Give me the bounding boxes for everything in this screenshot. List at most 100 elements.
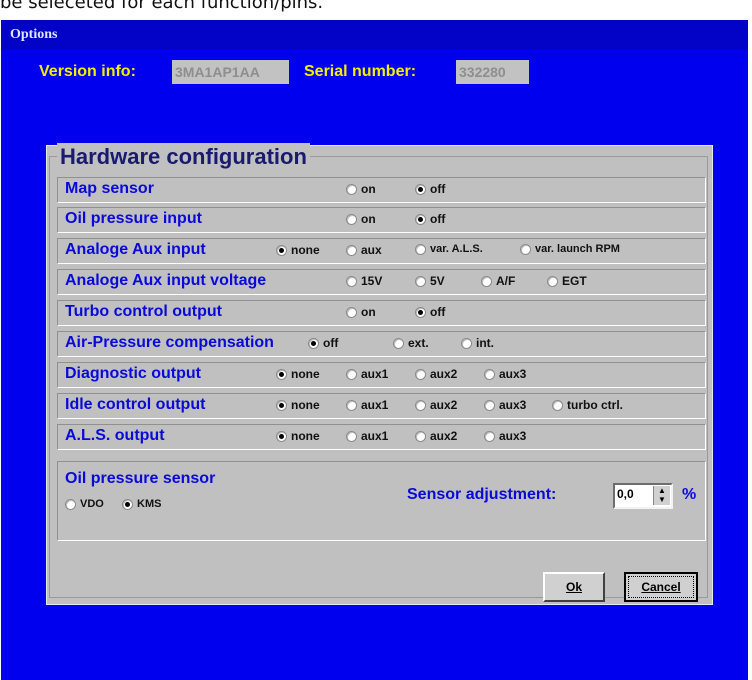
radio-icon: [484, 368, 495, 380]
row-analoge-aux-input: Analoge Aux input none aux var. A.L.S. v…: [57, 238, 706, 264]
row-idle-control-output: Idle control output none aux1 aux2 aux3 …: [57, 393, 706, 419]
radio-icon: [346, 368, 357, 380]
radio-icon: [415, 430, 426, 442]
diagnostic-aux1-radio[interactable]: aux1: [346, 367, 388, 381]
sensor-adjustment-value: 0,0: [617, 487, 634, 501]
row-air-pressure-compensation: Air-Pressure compensation off ext. int.: [57, 331, 706, 357]
radio-icon: [346, 306, 357, 318]
analoge-aux-input-voltage-label: Analoge Aux input voltage: [65, 272, 267, 289]
map-sensor-off-radio[interactable]: off: [415, 182, 445, 196]
oil-pressure-sensor-label: Oil pressure sensor: [65, 470, 216, 487]
serial-number-field: 332280: [456, 60, 529, 84]
radio-selected-icon: [308, 337, 319, 349]
radio-icon: [484, 399, 495, 411]
turbo-control-off-radio[interactable]: off: [415, 305, 445, 319]
diagnostic-none-radio[interactable]: none: [276, 367, 320, 381]
radio-selected-icon: [415, 306, 426, 318]
analoge-aux-input-label: Analoge Aux input: [65, 241, 206, 258]
serial-number-label: Serial number:: [304, 63, 417, 80]
als-output-aux3-radio[interactable]: aux3: [484, 429, 526, 443]
background-caption: be seleceted for each function/pins.: [0, 0, 324, 13]
voltage-af-radio[interactable]: A/F: [481, 274, 515, 288]
radio-icon: [346, 399, 357, 411]
row-diagnostic-output: Diagnostic output none aux1 aux2 aux3: [57, 362, 706, 388]
sensor-adjustment-spinner[interactable]: 0,0 ▲ ▼: [613, 483, 673, 509]
version-info-field: 3MA1AP1AA: [172, 60, 289, 84]
turbo-control-on-radio[interactable]: on: [346, 305, 376, 319]
air-pressure-ext-radio[interactable]: ext.: [393, 336, 429, 350]
options-dialog: Options Version info: 3MA1AP1AA Serial n…: [1, 20, 748, 680]
voltage-egt-radio[interactable]: EGT: [547, 274, 587, 288]
radio-icon: [346, 244, 357, 256]
radio-icon: [393, 337, 404, 349]
radio-icon: [552, 399, 563, 411]
oil-pressure-sensor-group: Oil pressure sensor VDO KMS Sensor adjus…: [57, 461, 706, 541]
radio-selected-icon: [276, 399, 287, 411]
hardware-configuration-panel: Hardware configuration Map sensor on off…: [46, 143, 713, 605]
oil-pressure-input-on-radio[interactable]: on: [346, 212, 376, 226]
radio-icon: [481, 275, 492, 287]
air-pressure-compensation-label: Air-Pressure compensation: [65, 334, 274, 351]
idle-control-none-radio[interactable]: none: [276, 398, 320, 412]
radio-icon: [415, 399, 426, 411]
idle-control-aux1-radio[interactable]: aux1: [346, 398, 388, 412]
idle-control-turbo-ctrl-radio[interactable]: turbo ctrl.: [552, 398, 623, 412]
radio-selected-icon: [415, 183, 426, 195]
oil-sensor-kms-radio[interactable]: KMS: [122, 498, 161, 510]
radio-icon: [415, 243, 426, 255]
map-sensor-label: Map sensor: [65, 180, 154, 197]
voltage-5v-radio[interactable]: 5V: [415, 274, 445, 288]
als-output-aux2-radio[interactable]: aux2: [415, 429, 457, 443]
ok-button[interactable]: Ok: [543, 572, 605, 602]
turbo-control-output-label: Turbo control output: [65, 303, 222, 320]
radio-icon: [520, 243, 531, 255]
radio-icon: [346, 275, 357, 287]
analoge-aux-input-var-als-radio[interactable]: var. A.L.S.: [415, 243, 483, 255]
als-output-none-radio[interactable]: none: [276, 429, 320, 443]
analoge-aux-input-none-radio[interactable]: none: [276, 243, 320, 257]
dialog-title: Options: [1, 20, 748, 50]
air-pressure-int-radio[interactable]: int.: [461, 336, 494, 350]
radio-selected-icon: [276, 368, 287, 380]
radio-icon: [346, 430, 357, 442]
radio-icon: [346, 213, 357, 225]
als-output-aux1-radio[interactable]: aux1: [346, 429, 388, 443]
radio-selected-icon: [276, 244, 287, 256]
row-map-sensor: Map sensor on off: [57, 177, 706, 203]
radio-icon: [415, 368, 426, 380]
radio-selected-icon: [122, 498, 133, 510]
radio-icon: [484, 430, 495, 442]
radio-icon: [65, 498, 76, 510]
map-sensor-on-radio[interactable]: on: [346, 182, 376, 196]
diagnostic-output-label: Diagnostic output: [65, 365, 201, 382]
radio-icon: [346, 183, 357, 195]
row-turbo-control-output: Turbo control output on off: [57, 300, 706, 326]
idle-control-aux3-radio[interactable]: aux3: [484, 398, 526, 412]
air-pressure-off-radio[interactable]: off: [308, 336, 338, 350]
diagnostic-aux2-radio[interactable]: aux2: [415, 367, 457, 381]
radio-selected-icon: [415, 213, 426, 225]
cancel-button[interactable]: Cancel: [624, 572, 698, 602]
sensor-adjustment-label: Sensor adjustment:: [407, 486, 557, 503]
analoge-aux-input-aux-radio[interactable]: aux: [346, 243, 382, 257]
voltage-15v-radio[interactable]: 15V: [346, 274, 382, 288]
radio-icon: [415, 275, 426, 287]
oil-sensor-vdo-radio[interactable]: VDO: [65, 498, 104, 510]
version-info-label: Version info:: [39, 63, 136, 80]
oil-pressure-input-label: Oil pressure input: [65, 210, 202, 227]
radio-selected-icon: [276, 430, 287, 442]
analoge-aux-input-var-launch-rpm-radio[interactable]: var. launch RPM: [520, 243, 620, 255]
spin-arrows-icon[interactable]: ▲ ▼: [653, 486, 670, 505]
sensor-adjustment-unit: %: [682, 486, 697, 503]
idle-control-output-label: Idle control output: [65, 396, 206, 413]
row-als-output: A.L.S. output none aux1 aux2 aux3: [57, 424, 706, 450]
hardware-configuration-title: Hardware configuration: [57, 143, 310, 171]
diagnostic-aux3-radio[interactable]: aux3: [484, 367, 526, 381]
row-analoge-aux-input-voltage: Analoge Aux input voltage 15V 5V A/F EGT: [57, 269, 706, 295]
als-output-label: A.L.S. output: [65, 427, 165, 444]
radio-icon: [461, 337, 472, 349]
row-oil-pressure-input: Oil pressure input on off: [57, 207, 706, 233]
radio-icon: [547, 275, 558, 287]
idle-control-aux2-radio[interactable]: aux2: [415, 398, 457, 412]
oil-pressure-input-off-radio[interactable]: off: [415, 212, 445, 226]
